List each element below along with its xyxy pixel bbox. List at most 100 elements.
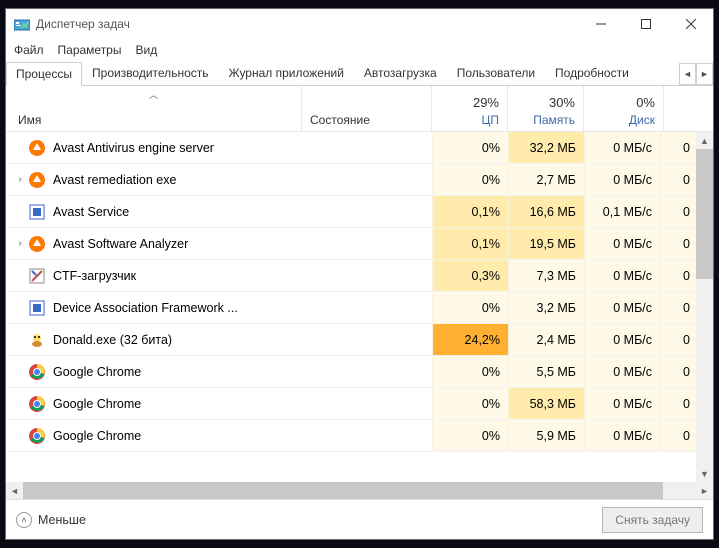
footer: ˄ Меньше Снять задачу bbox=[6, 499, 713, 539]
table-row[interactable]: ›Avast remediation exe0%2,7 МБ0 МБ/с0 bbox=[6, 164, 713, 196]
process-name: Avast remediation exe bbox=[53, 173, 176, 187]
tab-startup[interactable]: Автозагрузка bbox=[354, 61, 447, 85]
scroll-down-button[interactable]: ▼ bbox=[696, 465, 713, 482]
table-row[interactable]: Device Association Framework ... 0%3,2 МБ… bbox=[6, 292, 713, 324]
menu-options[interactable]: Параметры bbox=[58, 43, 122, 57]
table-row[interactable]: CTF-загрузчик 0,3%7,3 МБ0 МБ/с0 bbox=[6, 260, 713, 292]
cell-network: 0 bbox=[660, 420, 696, 451]
cell-network: 0 bbox=[660, 164, 696, 195]
cpu-label: ЦП bbox=[481, 113, 499, 127]
cell-memory: 58,3 МБ bbox=[508, 388, 584, 419]
close-button[interactable] bbox=[668, 9, 713, 39]
cell-disk: 0 МБ/с bbox=[584, 260, 660, 291]
cell-cpu: 0,1% bbox=[432, 228, 508, 259]
cell-cpu: 0% bbox=[432, 388, 508, 419]
cell-cpu: 24,2% bbox=[432, 324, 508, 355]
tab-details[interactable]: Подробности bbox=[545, 61, 639, 85]
cell-cpu: 0% bbox=[432, 420, 508, 451]
cell-network: 0 bbox=[660, 324, 696, 355]
fewer-details-button[interactable]: ˄ Меньше bbox=[16, 512, 86, 528]
cell-memory: 5,5 МБ bbox=[508, 356, 584, 387]
expand-toggle[interactable]: › bbox=[12, 174, 28, 185]
scroll-track[interactable] bbox=[696, 279, 713, 465]
table-row[interactable]: Google Chrome0%5,5 МБ0 МБ/с0 bbox=[6, 356, 713, 388]
cell-memory: 3,2 МБ bbox=[508, 292, 584, 323]
col-header-name[interactable]: ︿ Имя bbox=[6, 86, 302, 131]
cell-disk: 0 МБ/с bbox=[584, 324, 660, 355]
titlebar[interactable]: Диспетчер задач bbox=[6, 9, 713, 39]
hscroll-thumb[interactable] bbox=[23, 482, 663, 499]
menu-view[interactable]: Вид bbox=[135, 43, 157, 57]
table-row[interactable]: Avast Service0,1%16,6 МБ0,1 МБ/с0 bbox=[6, 196, 713, 228]
process-icon bbox=[28, 395, 46, 413]
cell-cpu: 0% bbox=[432, 356, 508, 387]
hscroll-right-button[interactable]: ► bbox=[696, 482, 713, 499]
hscroll-left-button[interactable]: ◄ bbox=[6, 482, 23, 499]
tab-performance[interactable]: Производительность bbox=[82, 61, 218, 85]
process-icon bbox=[28, 171, 46, 189]
process-name: Google Chrome bbox=[53, 429, 141, 443]
col-header-network[interactable] bbox=[664, 86, 700, 131]
cell-cpu: 0,3% bbox=[432, 260, 508, 291]
cell-memory: 16,6 МБ bbox=[508, 196, 584, 227]
cell-network: 0 bbox=[660, 260, 696, 291]
minimize-button[interactable] bbox=[578, 9, 623, 39]
vertical-scrollbar[interactable]: ▲ ▼ bbox=[696, 132, 713, 482]
scroll-thumb[interactable] bbox=[696, 149, 713, 279]
app-icon bbox=[14, 16, 30, 32]
cell-disk: 0 МБ/с bbox=[584, 292, 660, 323]
process-icon bbox=[28, 427, 46, 445]
process-icon bbox=[28, 363, 46, 381]
process-name: Avast Service bbox=[53, 205, 129, 219]
col-header-state[interactable]: Состояние bbox=[302, 86, 432, 131]
menu-file[interactable]: Файл bbox=[14, 43, 44, 57]
sort-indicator-icon: ︿ bbox=[149, 88, 158, 101]
process-icon bbox=[28, 203, 46, 221]
cell-cpu: 0% bbox=[432, 132, 508, 163]
expand-toggle[interactable]: › bbox=[12, 238, 28, 249]
table-row[interactable]: Donald.exe (32 бита) 24,2%2,4 МБ0 МБ/с0 bbox=[6, 324, 713, 356]
cell-disk: 0,1 МБ/с bbox=[584, 196, 660, 227]
cell-network: 0 bbox=[660, 356, 696, 387]
table-row[interactable]: Google Chrome 0%5,9 МБ0 МБ/с0 bbox=[6, 420, 713, 452]
disk-percent: 0% bbox=[636, 95, 655, 110]
horizontal-scrollbar[interactable]: ◄ ► bbox=[6, 482, 713, 499]
table-row[interactable]: Google Chrome0%58,3 МБ0 МБ/с0 bbox=[6, 388, 713, 420]
cpu-percent: 29% bbox=[473, 95, 499, 110]
cell-network: 0 bbox=[660, 196, 696, 227]
table-row[interactable]: Avast Antivirus engine server0%32,2 МБ0 … bbox=[6, 132, 713, 164]
tab-scroll-right[interactable]: ► bbox=[696, 63, 713, 85]
cell-network: 0 bbox=[660, 132, 696, 163]
cell-memory: 7,3 МБ bbox=[508, 260, 584, 291]
menubar: Файл Параметры Вид bbox=[6, 39, 713, 61]
tab-users[interactable]: Пользователи bbox=[447, 61, 545, 85]
cell-memory: 2,4 МБ bbox=[508, 324, 584, 355]
process-name: Donald.exe (32 бита) bbox=[53, 333, 172, 347]
process-name: Avast Software Analyzer bbox=[53, 237, 188, 251]
col-header-disk[interactable]: 0% Диск bbox=[584, 86, 664, 131]
process-icon bbox=[28, 299, 46, 317]
tab-processes[interactable]: Процессы bbox=[6, 62, 82, 86]
col-header-memory[interactable]: 30% Память bbox=[508, 86, 584, 131]
tab-scroll-left[interactable]: ◄ bbox=[679, 63, 696, 85]
cell-disk: 0 МБ/с bbox=[584, 228, 660, 259]
process-name: Google Chrome bbox=[53, 365, 141, 379]
process-icon bbox=[28, 139, 46, 157]
process-name: CTF-загрузчик bbox=[53, 269, 136, 283]
tab-strip: Процессы Производительность Журнал прило… bbox=[6, 61, 713, 86]
cell-disk: 0 МБ/с bbox=[584, 164, 660, 195]
cell-disk: 0 МБ/с bbox=[584, 420, 660, 451]
cell-network: 0 bbox=[660, 388, 696, 419]
maximize-button[interactable] bbox=[623, 9, 668, 39]
disk-label: Диск bbox=[629, 113, 655, 127]
window-title: Диспетчер задач bbox=[36, 17, 578, 31]
table-row[interactable]: ›Avast Software Analyzer0,1%19,5 МБ0 МБ/… bbox=[6, 228, 713, 260]
scroll-up-button[interactable]: ▲ bbox=[696, 132, 713, 149]
tab-app-history[interactable]: Журнал приложений bbox=[219, 61, 354, 85]
mem-label: Память bbox=[533, 113, 575, 127]
end-task-button[interactable]: Снять задачу bbox=[602, 507, 703, 533]
col-header-cpu[interactable]: 29% ЦП bbox=[432, 86, 508, 131]
process-name: Device Association Framework ... bbox=[53, 301, 238, 315]
cell-memory: 5,9 МБ bbox=[508, 420, 584, 451]
cell-cpu: 0% bbox=[432, 292, 508, 323]
